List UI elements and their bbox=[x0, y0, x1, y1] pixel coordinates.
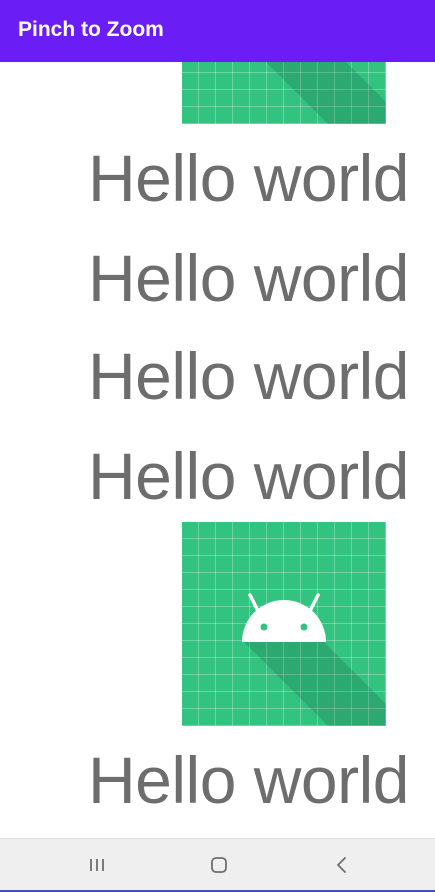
home-icon bbox=[211, 857, 227, 873]
home-button[interactable] bbox=[204, 851, 234, 879]
hello-text: Hello world bbox=[88, 141, 409, 215]
app-title: Pinch to Zoom bbox=[18, 18, 164, 41]
hello-text: Hello world bbox=[88, 439, 409, 513]
system-nav-bar bbox=[0, 838, 435, 891]
recent-apps-button[interactable] bbox=[82, 851, 112, 879]
phone-screen: Pinch to Zoom Hello world Hello world He… bbox=[0, 0, 435, 892]
app-bar: Pinch to Zoom bbox=[0, 0, 435, 62]
back-button[interactable] bbox=[327, 851, 357, 879]
hello-text: Hello world bbox=[88, 241, 409, 315]
back-icon bbox=[337, 857, 346, 873]
zoomable-content[interactable]: Hello world Hello world Hello world Hell… bbox=[0, 62, 435, 838]
android-image-middle bbox=[182, 522, 386, 726]
android-logo-icon bbox=[242, 593, 386, 726]
hello-text: Hello world bbox=[88, 339, 409, 413]
android-logo-icon bbox=[266, 62, 386, 124]
hello-text: Hello world bbox=[88, 743, 409, 817]
android-image-top bbox=[182, 62, 386, 124]
recent-apps-icon bbox=[90, 859, 104, 871]
